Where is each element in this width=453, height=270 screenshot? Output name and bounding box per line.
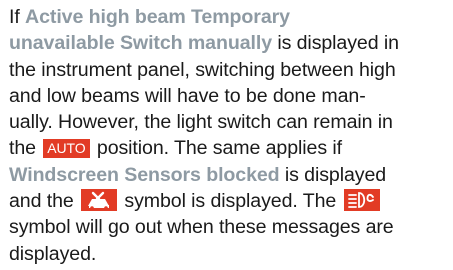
text-line: the instrument panel, switching between … bbox=[9, 57, 453, 83]
message-highlight: unavailable Switch manually bbox=[9, 32, 272, 55]
text-line: the AUTO position. The same applies if bbox=[9, 135, 453, 161]
text-span: is displayed in bbox=[272, 32, 399, 55]
text-span: position. The same applies if bbox=[91, 137, 342, 160]
text-span: and low beams will have to be done man- bbox=[9, 84, 366, 107]
text-line: unavailable Switch manually is displayed… bbox=[9, 30, 453, 56]
text-line: and low beams will have to be done man- bbox=[9, 83, 453, 109]
instruction-paragraph: If Active high beam Temporary unavailabl… bbox=[9, 4, 453, 267]
text-line: If Active high beam Temporary bbox=[9, 4, 453, 30]
text-span: the bbox=[9, 137, 42, 160]
text-line: displayed. bbox=[9, 241, 453, 267]
text-span: symbol will go out when these messages a… bbox=[9, 216, 394, 239]
text-span: is displayed bbox=[279, 163, 387, 186]
auto-high-beam-icon bbox=[343, 189, 380, 212]
message-highlight: Active high beam Temporary bbox=[25, 6, 290, 28]
auto-badge: AUTO bbox=[43, 139, 90, 159]
text-line: Windscreen Sensors blocked is displayed bbox=[9, 162, 453, 188]
text-line: ually. However, the light switch can rem… bbox=[9, 109, 453, 135]
text-line: and the symbol is displayed. The bbox=[9, 188, 453, 214]
text-span: ually. However, the light switch can rem… bbox=[9, 111, 393, 134]
text-line: symbol will go out when these messages a… bbox=[9, 214, 453, 240]
sensor-blocked-icon bbox=[81, 189, 118, 212]
text-span: displayed. bbox=[9, 242, 97, 265]
text-span: and the bbox=[9, 190, 80, 213]
message-highlight: Windscreen Sensors blocked bbox=[9, 163, 280, 186]
text-span: If bbox=[9, 6, 26, 28]
text-span: symbol is displayed. The bbox=[119, 190, 342, 213]
text-span: the instrument panel, switching between … bbox=[9, 58, 396, 81]
